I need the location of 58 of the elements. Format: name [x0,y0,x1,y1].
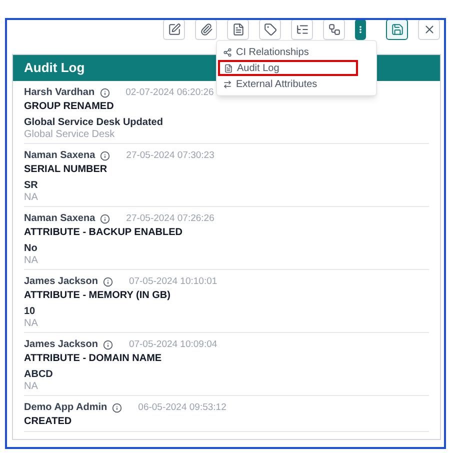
field-name: SERIAL NUMBER [24,163,108,176]
tree-icon [296,23,308,36]
document-button[interactable] [227,19,249,40]
new-value: Global Service Desk Updated [24,116,164,129]
arrows-icon [223,80,232,88]
document-icon [224,64,233,72]
timestamp: 27-05-2024 07:26:26 [126,212,214,225]
info-icon[interactable] [102,340,113,350]
timestamp: 27-05-2024 07:30:23 [126,149,214,162]
info-icon[interactable] [100,150,110,160]
timestamp: 02-07-2024 06:20:26 [126,86,214,99]
new-value: 10 [24,305,36,318]
menu-item[interactable]: External Attributes [217,76,376,92]
info-icon[interactable] [100,214,110,224]
timestamp: 06-05-2024 09:53:12 [138,401,226,414]
share-icon [223,48,232,56]
user-name: Harsh Vardhan [24,86,95,99]
old-value: NA [24,192,39,203]
old-value: NA [24,381,39,392]
field-name: ATTRIBUTE - DOMAIN NAME [24,352,163,365]
paperclip-icon [200,23,212,36]
info-icon[interactable] [112,402,122,412]
tag-button[interactable] [259,19,281,40]
menu-item[interactable]: CI Relationships [217,44,376,60]
more-button[interactable] [355,19,366,40]
edit-icon [168,23,180,36]
document-icon [232,23,244,36]
field-name: ATTRIBUTE - BACKUP ENABLED [24,226,184,239]
field-name: GROUP RENAMED [24,100,115,113]
user-name: James Jackson [24,275,98,288]
new-value: SR [24,179,39,192]
close-icon [422,23,436,36]
close-button[interactable] [418,19,440,40]
save-icon [390,23,404,36]
old-value: Global Service Desk [24,129,116,140]
field-name: CREATED [24,415,73,428]
edit-button[interactable] [163,19,185,40]
info-icon[interactable] [102,276,113,286]
attach-button[interactable] [195,19,217,40]
old-value: NA [24,318,39,329]
user-name: Naman Saxena [24,149,96,162]
network-icon [328,23,340,36]
network-button[interactable] [323,19,345,40]
tree-button[interactable] [291,19,313,40]
timestamp: 07-05-2024 10:09:04 [128,338,218,351]
menu-item[interactable]: Audit Log [218,60,358,76]
user-name: James Jackson [24,338,98,351]
user-name: Naman Saxena [24,212,96,225]
new-value: No [24,242,38,255]
old-value: NA [24,255,39,266]
tag-icon [264,23,276,36]
panel-title: Audit Log [24,59,85,78]
save-button[interactable] [386,19,408,40]
user-name: Demo App Admin [24,401,108,414]
info-icon[interactable] [100,88,110,98]
field-name: ATTRIBUTE - MEMORY (IN GB) [24,289,172,302]
new-value: ABCD [24,368,54,381]
timestamp: 07-05-2024 10:10:01 [128,275,218,288]
